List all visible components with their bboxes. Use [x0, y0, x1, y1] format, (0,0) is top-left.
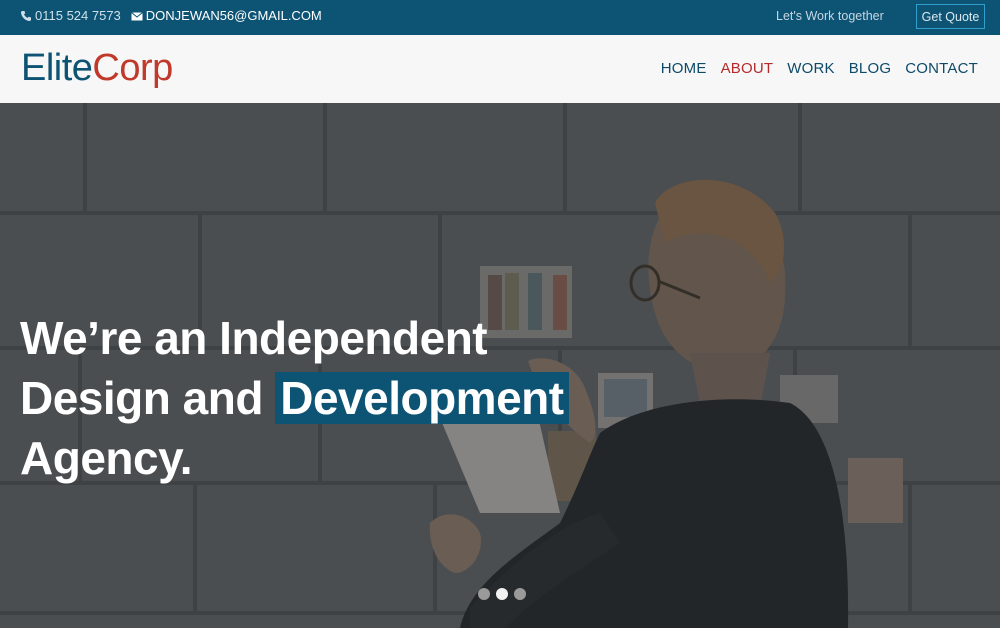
headline-line-1: We’re an Independent: [20, 312, 488, 364]
slide-dot-3[interactable]: [514, 588, 526, 600]
logo-text-elite: Elite: [21, 47, 93, 89]
headline-highlight: Development: [275, 372, 569, 424]
get-quote-button[interactable]: Get Quote: [916, 4, 985, 29]
phone-contact[interactable]: 0115 524 7573: [20, 8, 121, 23]
email-contact[interactable]: DONJEWAN56@GMAIL.COM: [130, 8, 322, 23]
envelope-icon: [130, 11, 143, 20]
slider-pagination: [478, 588, 526, 600]
phone-number: 0115 524 7573: [35, 8, 121, 23]
slide-dot-2[interactable]: [496, 588, 508, 600]
headline-line-3: Agency.: [20, 432, 193, 484]
nav-item-contact[interactable]: CONTACT: [905, 60, 978, 77]
slide-dot-1[interactable]: [478, 588, 490, 600]
tagline: Let's Work together: [776, 9, 884, 23]
contact-info: 0115 524 7573 DONJEWAN56@GMAIL.COM: [20, 8, 322, 23]
nav-item-work[interactable]: WORK: [787, 60, 834, 77]
hero-banner: We’re an Independent Design and Developm…: [0, 103, 1000, 628]
top-bar: 0115 524 7573 DONJEWAN56@GMAIL.COM Let's…: [0, 0, 1000, 35]
email-address: DONJEWAN56@GMAIL.COM: [145, 8, 322, 23]
nav-item-blog[interactable]: BLOG: [849, 60, 891, 77]
logo-text-corp: Corp: [92, 47, 173, 89]
logo[interactable]: EliteCorp: [21, 47, 173, 90]
nav-item-home[interactable]: HOME: [661, 60, 707, 77]
nav-item-about[interactable]: ABOUT: [721, 60, 774, 77]
phone-icon: [21, 10, 31, 21]
site-header: EliteCorp HOME ABOUT WORK BLOG CONTACT: [0, 35, 1000, 103]
main-nav: HOME ABOUT WORK BLOG CONTACT: [661, 60, 978, 77]
hero-headline: We’re an Independent Design and Developm…: [20, 308, 569, 488]
headline-line-2: Design and: [20, 372, 276, 424]
